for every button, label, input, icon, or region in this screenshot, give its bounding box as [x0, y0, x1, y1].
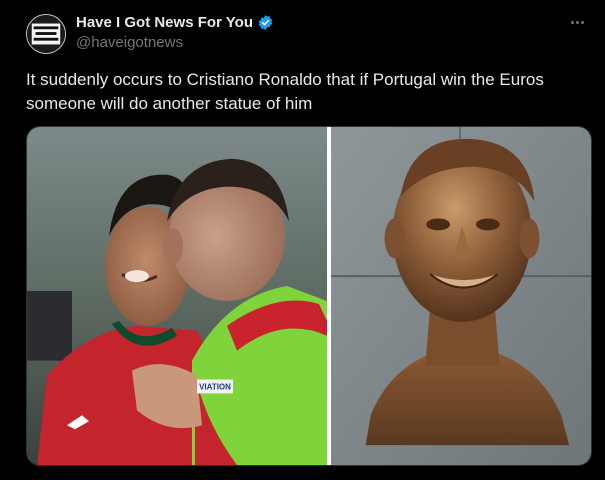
author-name-row: Have I Got News For You	[76, 14, 274, 31]
tweet: Have I Got News For You @haveigotnews It…	[0, 0, 605, 480]
author-display-name[interactable]: Have I Got News For You	[76, 14, 253, 31]
more-options-icon[interactable]	[565, 12, 589, 32]
sleeve-badge-text: VIATION	[199, 382, 231, 391]
tweet-text: It suddenly occurs to Cristiano Ronaldo …	[26, 70, 544, 113]
author-handle[interactable]: @haveigotnews	[76, 34, 183, 51]
avatar-logo-icon	[27, 15, 65, 53]
tweet-media[interactable]: VIATION	[26, 126, 592, 466]
photo-crying-player[interactable]: VIATION	[27, 127, 327, 465]
author-avatar[interactable]	[26, 14, 66, 54]
verified-badge-icon	[258, 15, 273, 30]
photo-bronze-bust[interactable]	[331, 127, 591, 465]
